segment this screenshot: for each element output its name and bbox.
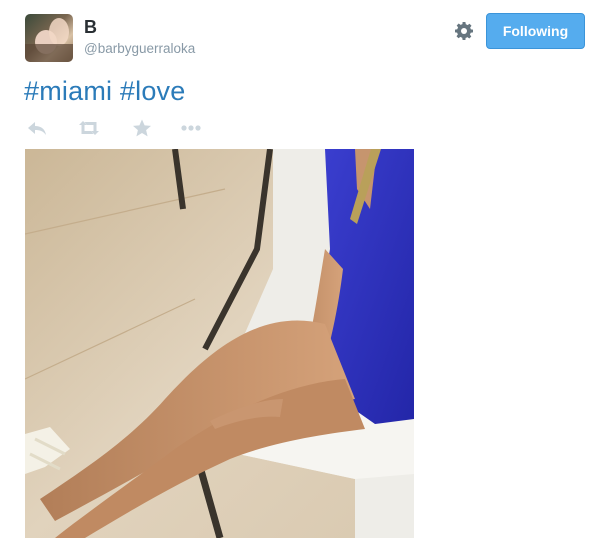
- reply-icon[interactable]: [25, 118, 49, 138]
- gear-icon[interactable]: [454, 21, 474, 41]
- following-button[interactable]: Following: [486, 13, 585, 49]
- tweet-photo[interactable]: [25, 149, 414, 538]
- retweet-icon[interactable]: [76, 118, 102, 138]
- author-handle[interactable]: @barbyguerraloka: [84, 41, 195, 56]
- star-icon[interactable]: [130, 118, 154, 138]
- hashtag-miami[interactable]: #miami: [24, 76, 112, 106]
- avatar[interactable]: [25, 14, 73, 62]
- tweet-text: #miami #love: [24, 76, 185, 107]
- author-name[interactable]: B: [84, 17, 97, 38]
- hashtag-love[interactable]: #love: [120, 76, 186, 106]
- more-icon[interactable]: [179, 118, 203, 138]
